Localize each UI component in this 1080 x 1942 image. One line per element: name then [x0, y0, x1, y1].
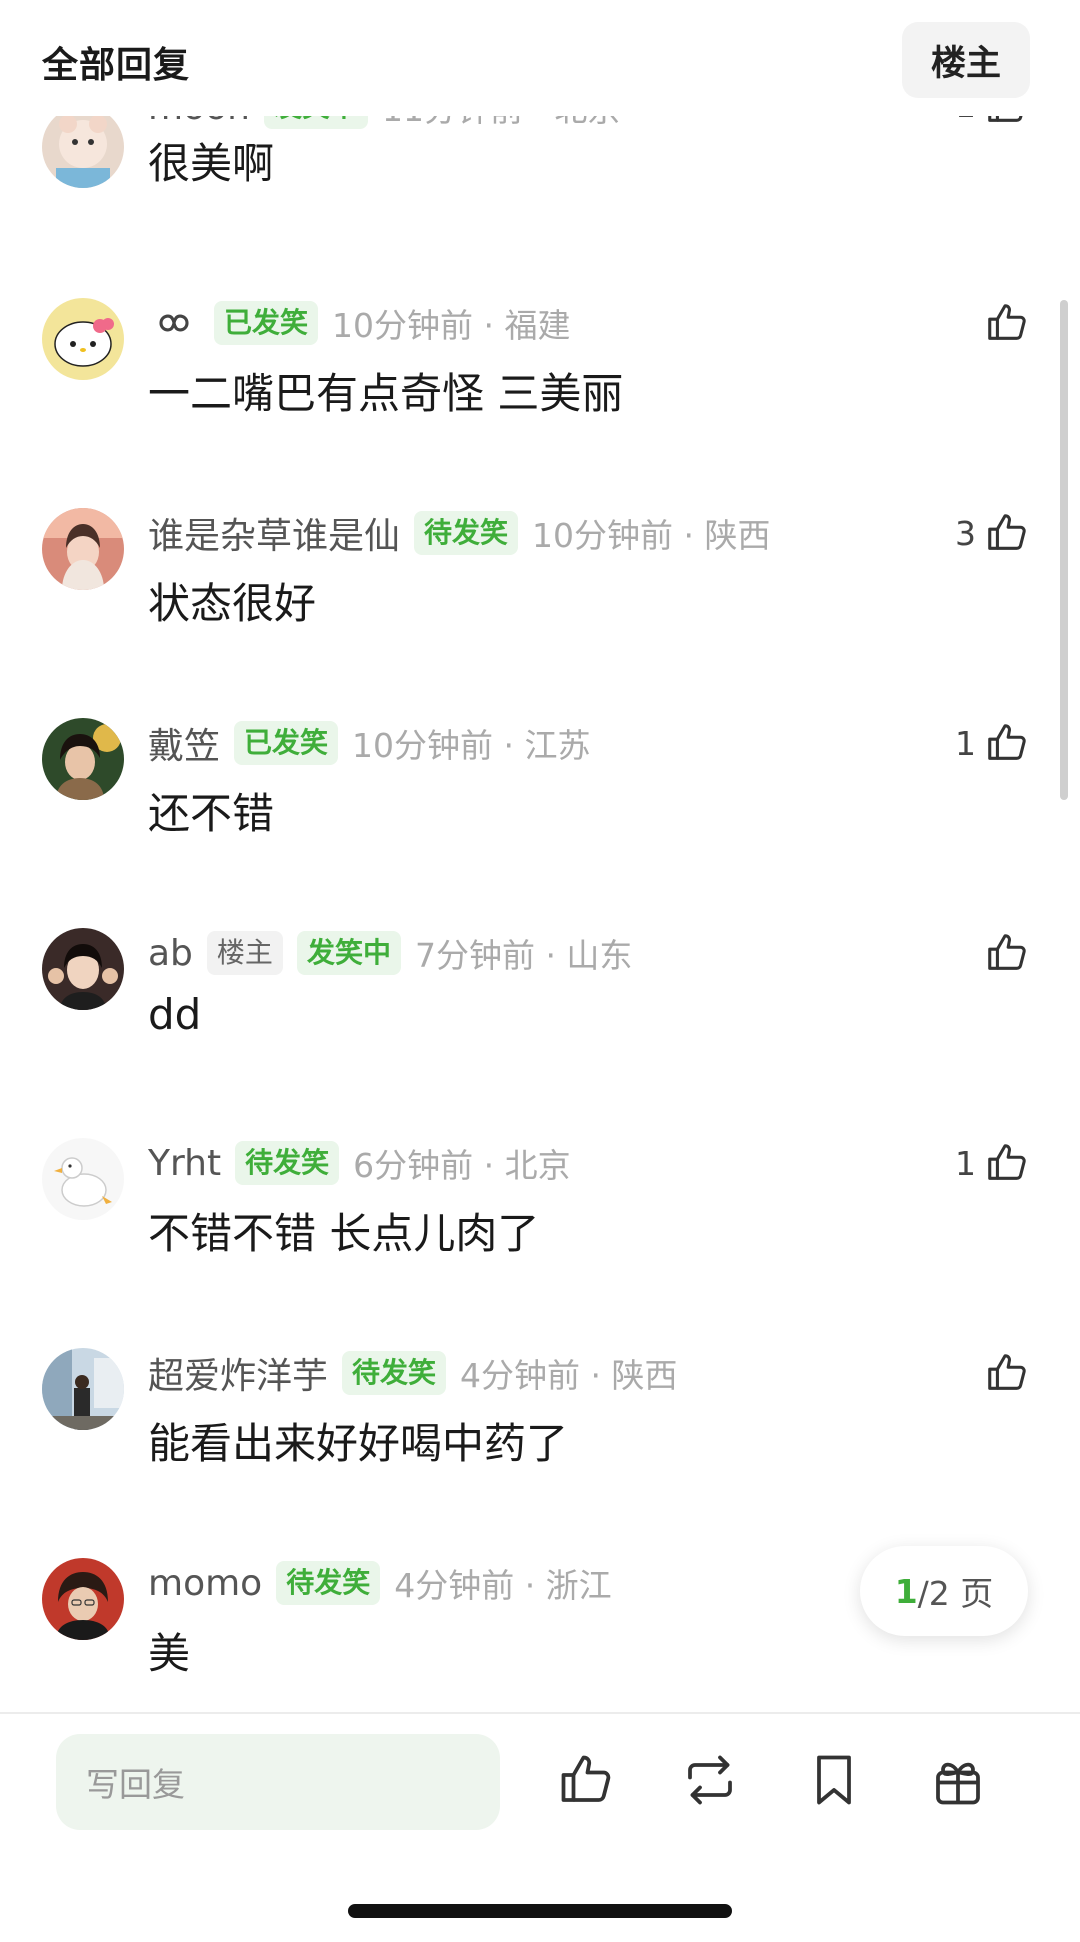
page-title: 全部回复 [42, 45, 191, 86]
timestamp-location: 6分钟前 · 北京 [353, 1146, 571, 1185]
comment-item[interactable]: 谁是杂草谁是仙 待发笑 10分钟前 · 陕西 状态很好 3 [0, 504, 1080, 714]
comment-meta: 超爱炸洋芋 待发笑 4分钟前 · 陕西 [148, 1348, 678, 1398]
page-total: /2 页 [917, 1574, 994, 1613]
comment-text: 状态很好 [148, 579, 317, 628]
like-button[interactable] [976, 1346, 1030, 1400]
infinity-icon[interactable] [148, 309, 200, 337]
comment-list[interactable]: moon 发笑中 11分钟前 · 北京 很美啊 1 已发笑 10分钟前 · 福建… [0, 0, 1080, 1710]
like-count: 3 [955, 513, 976, 553]
thumbs-up-icon [988, 1144, 1026, 1180]
avatar[interactable] [42, 106, 124, 188]
repost-button[interactable] [680, 1750, 740, 1810]
status-badge: 待发笑 [342, 1351, 447, 1395]
timestamp-location: 10分钟前 · 陕西 [532, 516, 771, 555]
scrollbar[interactable] [1060, 300, 1068, 800]
username[interactable]: ab [148, 933, 193, 974]
owner-only-button[interactable]: 楼主 [902, 22, 1030, 98]
comment-meta: ab 楼主 发笑中 7分钟前 · 山东 [148, 928, 632, 978]
page-indicator[interactable]: 1 /2 页 [860, 1546, 1028, 1636]
username[interactable]: momo [148, 1563, 262, 1604]
like-button[interactable] [976, 296, 1030, 350]
page-current: 1 [894, 1571, 918, 1611]
thumbs-up-icon [988, 934, 1026, 970]
comment-text: 还不错 [148, 789, 275, 838]
like-button[interactable] [976, 926, 1030, 980]
like-button[interactable]: 1 [955, 716, 1030, 770]
bookmark-button[interactable] [804, 1750, 864, 1810]
comment-item[interactable]: Yrht 待发笑 6分钟前 · 北京 不错不错 长点儿肉了 1 [0, 1134, 1080, 1344]
timestamp-location: 10分钟前 · 江苏 [352, 726, 591, 765]
bookmark-icon [817, 1755, 851, 1805]
status-badge: 已发笑 [234, 721, 339, 765]
username[interactable]: 谁是杂草谁是仙 [148, 507, 400, 559]
username[interactable]: 超爱炸洋芋 [148, 1347, 328, 1399]
like-count: 1 [955, 723, 976, 763]
status-badge: 已发笑 [214, 301, 319, 345]
timestamp-location: 10分钟前 · 福建 [332, 306, 571, 345]
like-count: 1 [955, 1143, 976, 1183]
timestamp-location: 4分钟前 · 陕西 [460, 1356, 678, 1395]
like-button[interactable]: 1 [955, 1136, 1030, 1190]
thumbs-up-icon [988, 304, 1026, 340]
username[interactable]: 戴笠 [148, 717, 220, 769]
comment-meta: Yrht 待发笑 6分钟前 · 北京 [148, 1138, 571, 1188]
thumbs-up-icon [561, 1755, 611, 1802]
home-indicator[interactable] [348, 1904, 732, 1918]
avatar[interactable] [42, 1348, 124, 1430]
like-button[interactable]: 3 [955, 506, 1030, 560]
status-badge: 待发笑 [276, 1561, 381, 1605]
comment-meta: momo 待发笑 4分钟前 · 浙江 [148, 1558, 612, 1608]
comment-item[interactable]: 戴笠 已发笑 10分钟前 · 江苏 还不错 1 [0, 714, 1080, 924]
comment-item[interactable]: ab 楼主 发笑中 7分钟前 · 山东 dd [0, 924, 1080, 1134]
timestamp-location: 4分钟前 · 浙江 [394, 1566, 612, 1605]
avatar[interactable] [42, 928, 124, 1010]
avatar[interactable] [42, 1558, 124, 1640]
comment-meta: 已发笑 10分钟前 · 福建 [148, 298, 570, 348]
header: 全部回复 楼主 [0, 0, 1080, 116]
repost-icon [688, 1755, 732, 1805]
thumbs-up-icon [988, 1354, 1026, 1390]
status-badge: 待发笑 [414, 511, 519, 555]
comment-text: 能看出来好好喝中药了 [148, 1419, 569, 1468]
comment-meta: 戴笠 已发笑 10分钟前 · 江苏 [148, 718, 591, 768]
status-badge: 待发笑 [235, 1141, 340, 1185]
like-post-button[interactable] [556, 1750, 616, 1810]
status-badge: 发笑中 [296, 931, 401, 975]
scrollbar-thumb[interactable] [1060, 300, 1068, 800]
thumbs-up-icon [988, 724, 1026, 760]
comment-item[interactable]: 已发笑 10分钟前 · 福建 一二嘴巴有点奇怪 三美丽 [0, 294, 1080, 504]
comment-text: 很美啊 [148, 139, 275, 188]
avatar[interactable] [42, 508, 124, 590]
avatar[interactable] [42, 1138, 124, 1220]
comment-text: dd [148, 990, 202, 1039]
username[interactable]: Yrht [148, 1143, 221, 1184]
avatar[interactable] [42, 298, 124, 380]
comment-text: 不错不错 长点儿肉了 [148, 1209, 540, 1258]
comment-meta: 谁是杂草谁是仙 待发笑 10分钟前 · 陕西 [148, 508, 771, 558]
comment-item[interactable]: 超爱炸洋芋 待发笑 4分钟前 · 陕西 能看出来好好喝中药了 [0, 1344, 1080, 1554]
comment-text: 一二嘴巴有点奇怪 三美丽 [148, 369, 624, 418]
gift-icon [936, 1762, 980, 1805]
timestamp-location: 7分钟前 · 山东 [414, 936, 633, 975]
owner-badge: 楼主 [206, 931, 283, 975]
reply-input[interactable]: 写回复 [56, 1734, 500, 1830]
gift-button[interactable] [928, 1750, 988, 1810]
comment-text: 美 [148, 1629, 191, 1678]
bottom-bar: 写回复 [0, 1714, 1080, 1942]
thumbs-up-icon [988, 514, 1026, 550]
avatar[interactable] [42, 718, 124, 800]
